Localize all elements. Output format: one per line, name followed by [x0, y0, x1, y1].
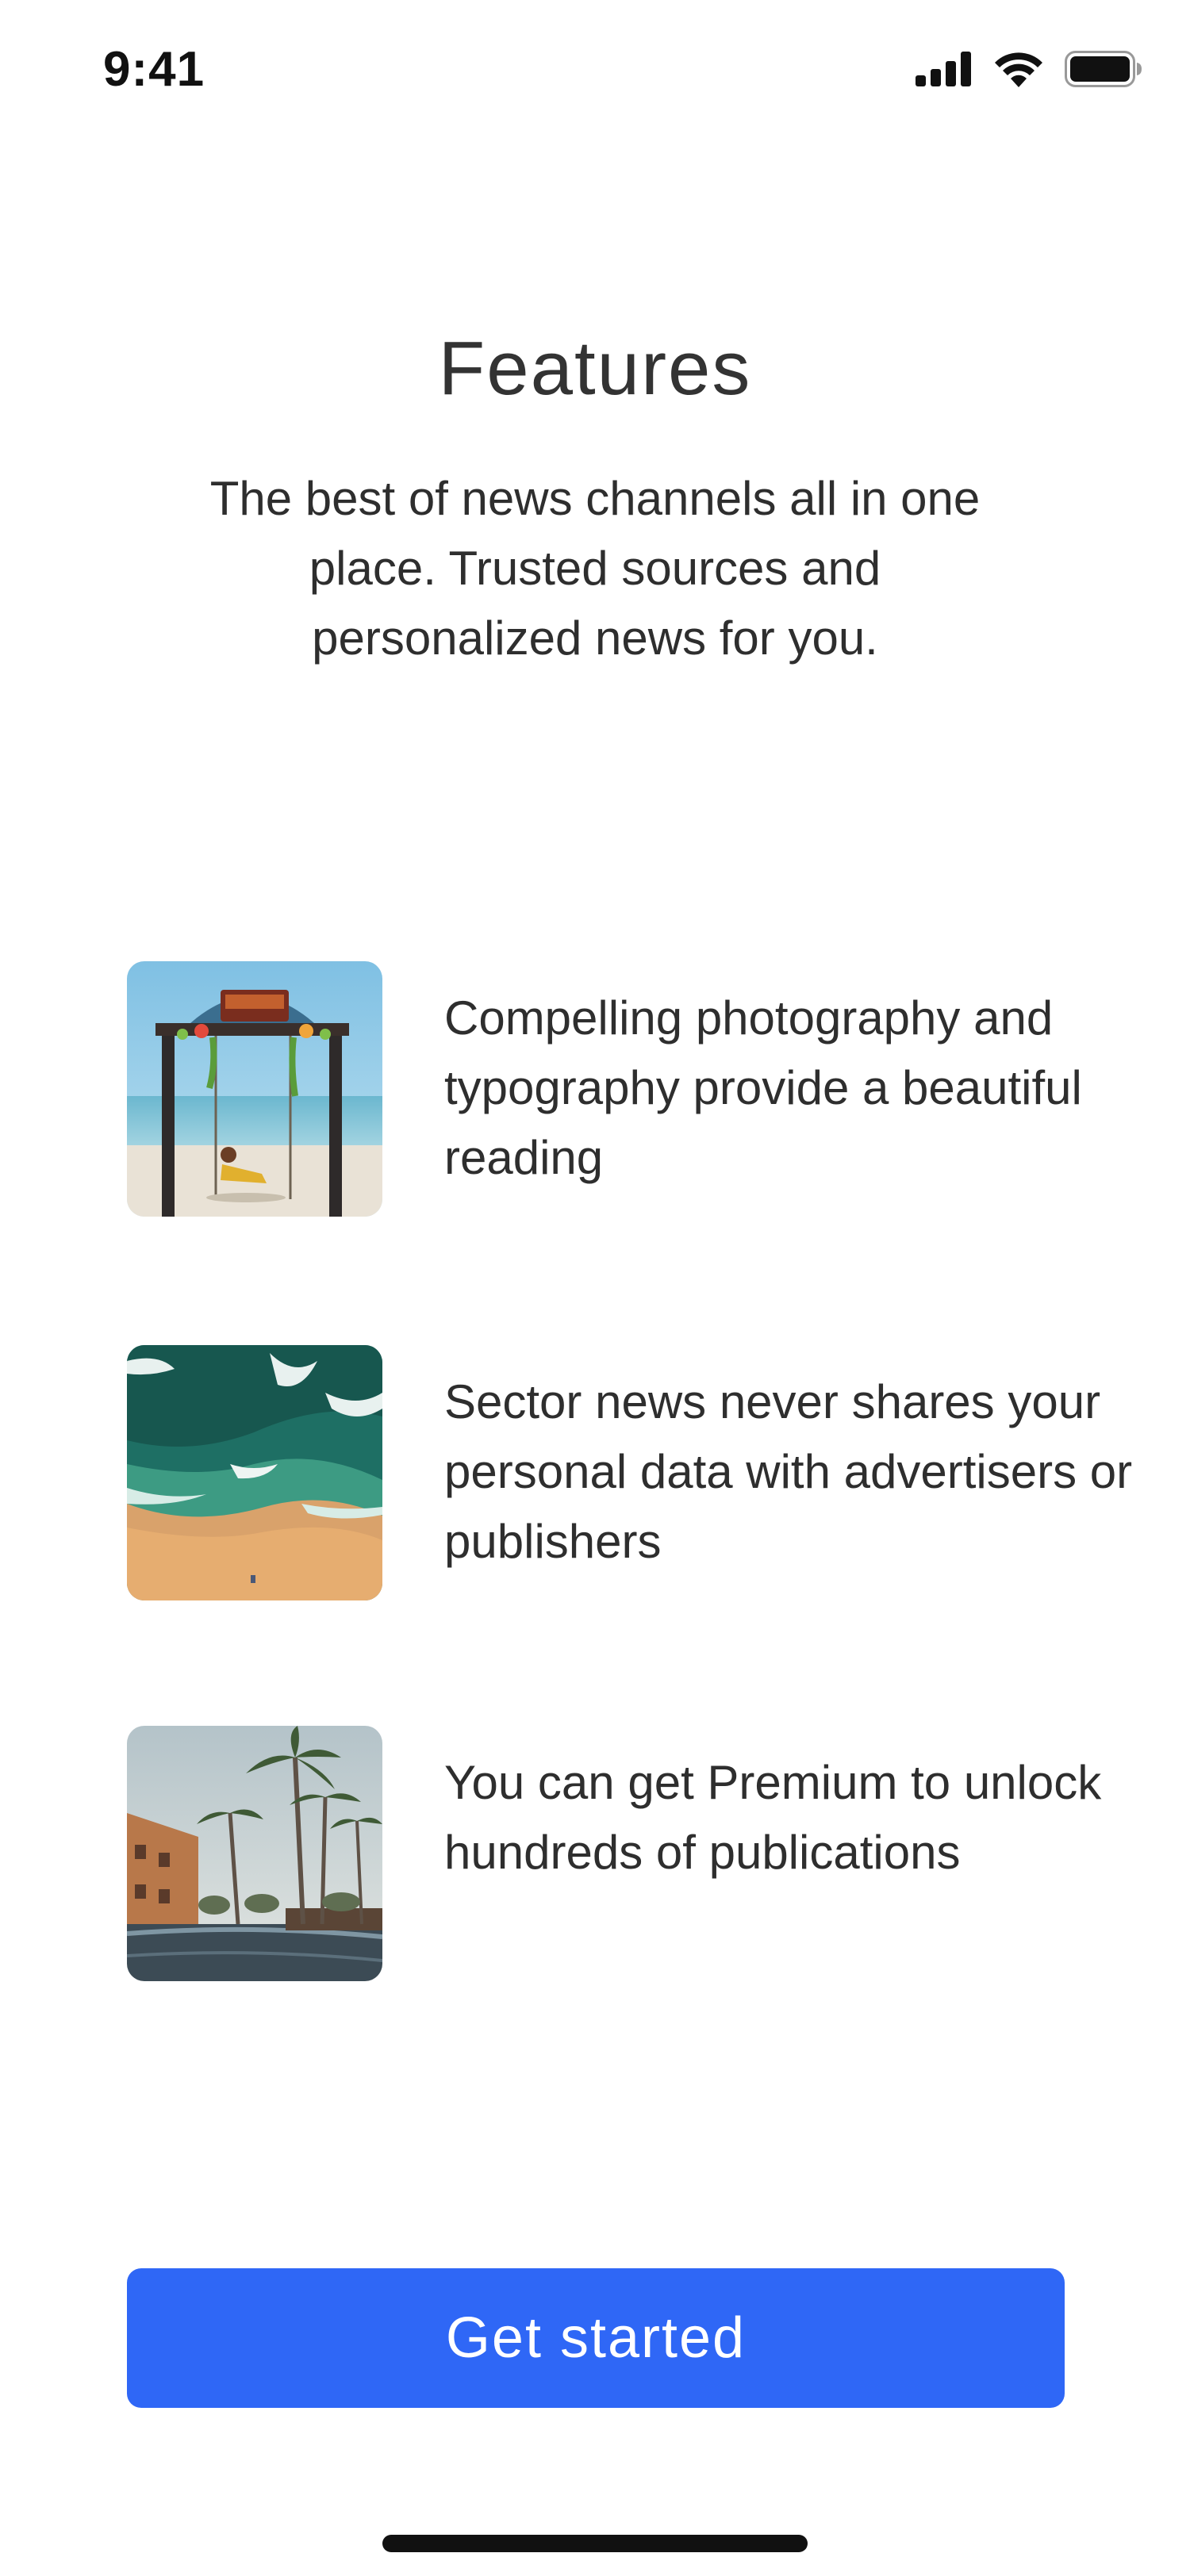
feature-description: Compelling photography and typography pr…: [444, 991, 1082, 1184]
beach-swing-image: [127, 961, 382, 1217]
feature-item: You can get Premium to unlock hundreds o…: [127, 1726, 1101, 1981]
feature-description: You can get Premium to unlock hundreds o…: [444, 1756, 1102, 1879]
page-title: Features: [438, 326, 752, 411]
feature-item: Sector news never shares your personal d…: [127, 1345, 1132, 1600]
status-time: 9:41: [103, 42, 205, 97]
wifi-icon: [993, 51, 1044, 91]
page-subtitle: The best of news channels all in one pla…: [209, 472, 981, 665]
battery-icon: [1065, 51, 1142, 91]
get-started-button[interactable]: Get started: [127, 2268, 1065, 2408]
aerial-shore-image: [127, 1345, 382, 1600]
status-bar: 9:41: [0, 0, 1190, 151]
feature-item: Compelling photography and typography pr…: [127, 961, 1095, 1217]
feature-description: Sector news never shares your personal d…: [444, 1375, 1133, 1568]
palm-resort-image: [127, 1726, 382, 1981]
cellular-signal-icon: [916, 52, 973, 90]
status-icons: [916, 51, 1142, 91]
home-indicator: [382, 2535, 808, 2552]
